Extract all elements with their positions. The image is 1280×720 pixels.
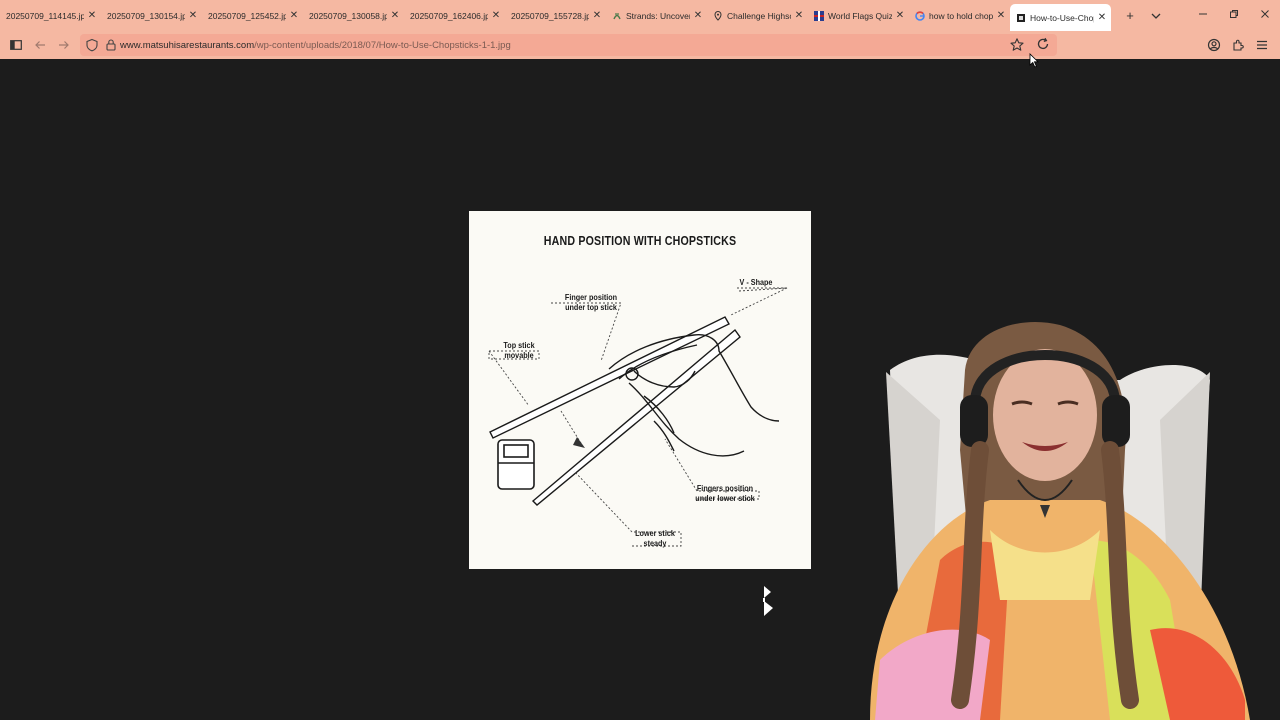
media-cursor-icon: [762, 585, 774, 624]
extensions-icon[interactable]: [1226, 33, 1250, 57]
tab-10[interactable]: how to hold chop ✕: [909, 0, 1010, 31]
tab-4[interactable]: 20250709_130058.jpg ✕: [303, 0, 404, 31]
fingers-lower-label: Fingers position under lower stick: [693, 483, 758, 503]
v-shape-label: V - Shape: [739, 277, 773, 287]
close-icon[interactable]: ✕: [592, 10, 602, 21]
tab-7[interactable]: Strands: Uncover ✕: [606, 0, 707, 31]
page-icon: [1016, 13, 1026, 23]
minimize-icon[interactable]: [1187, 9, 1218, 22]
back-arrow-icon[interactable]: [28, 33, 52, 57]
tab-11-active[interactable]: How-to-Use-Chop ✕: [1010, 4, 1111, 31]
new-tab-icon[interactable]: +: [1117, 8, 1143, 23]
mouse-cursor-icon: [1029, 53, 1039, 73]
label-line: Lower stick: [635, 528, 675, 538]
label-line: under top stick: [565, 302, 617, 312]
sidebar-toggle-icon[interactable]: [4, 33, 28, 57]
restore-icon[interactable]: [1218, 9, 1249, 22]
close-icon[interactable]: ✕: [491, 10, 501, 21]
map-pin-icon: [713, 10, 723, 21]
tab-title: Strands: Uncover: [626, 10, 690, 21]
lower-stick-label: Lower stick steady: [630, 528, 681, 548]
label-line: Fingers position: [696, 483, 754, 493]
tab-5[interactable]: 20250709_162406.jpg ✕: [404, 0, 505, 31]
tab-title: 20250709_125452.jpg: [208, 10, 286, 21]
tab-1[interactable]: 20250709_114145.jpg ✕: [0, 0, 101, 31]
label-line: under lower stick: [695, 493, 755, 503]
chopsticks-image[interactable]: HAND POSITION WITH CHOPSTICKS V - Shape …: [469, 211, 811, 569]
tab-title: 20250709_162406.jpg: [410, 10, 488, 21]
google-icon: [915, 10, 925, 21]
lock-icon[interactable]: [104, 38, 118, 52]
diagram-title: HAND POSITION WITH CHOPSTICKS: [543, 233, 737, 248]
label-line: movable: [504, 350, 534, 360]
tab-title: 20250709_130058.jpg: [309, 10, 387, 21]
tab-bar: 20250709_114145.jpg ✕ 20250709_130154.jp…: [0, 0, 1280, 31]
url-path: /wp-content/uploads/2018/07/How-to-Use-C…: [254, 39, 511, 51]
tab-title: Challenge Highsc: [727, 10, 791, 21]
forward-arrow-icon[interactable]: [52, 33, 76, 57]
close-icon[interactable]: ✕: [895, 10, 905, 21]
tab-2[interactable]: 20250709_130154.jpg ✕: [101, 0, 202, 31]
tab-8[interactable]: Challenge Highsc ✕: [707, 0, 808, 31]
close-icon[interactable]: ✕: [87, 10, 97, 21]
close-icon[interactable]: ✕: [693, 10, 703, 21]
tab-title: 20250709_155728.jpg: [511, 10, 589, 21]
label-line: Top stick: [503, 340, 535, 350]
chopsticks-drawing: [488, 287, 788, 547]
webcam-overlay: [790, 300, 1280, 720]
close-icon[interactable]: ✕: [794, 10, 804, 21]
close-icon[interactable]: ✕: [1097, 12, 1107, 23]
close-icon[interactable]: ✕: [289, 10, 299, 21]
menu-icon[interactable]: [1250, 33, 1274, 57]
tab-title: How-to-Use-Chop: [1030, 12, 1094, 23]
tab-title: how to hold chop: [929, 10, 993, 21]
finger-top-label: Finger position under top stick: [560, 292, 621, 312]
navigation-bar: www.matsuhisarestaurants.com/wp-content/…: [0, 31, 1280, 59]
chevron-down-icon[interactable]: [1143, 8, 1169, 23]
top-stick-label: Top stick movable: [495, 340, 543, 360]
tab-title: 20250709_114145.jpg: [6, 10, 84, 21]
tab-title: 20250709_130154.jpg: [107, 10, 185, 21]
tab-title: World Flags Quiz: [828, 10, 892, 21]
flags-icon: [814, 10, 824, 21]
webcam-person-illustration: [870, 322, 1250, 720]
bookmark-star-icon[interactable]: [1009, 37, 1025, 53]
url-host: www.matsuhisarestaurants.com: [120, 39, 255, 51]
close-icon[interactable]: ✕: [390, 10, 400, 21]
tab-9[interactable]: World Flags Quiz ✕: [808, 0, 909, 31]
close-icon[interactable]: ✕: [188, 10, 198, 21]
reload-icon[interactable]: [1034, 33, 1052, 55]
close-icon[interactable]: ✕: [996, 10, 1006, 21]
shield-icon[interactable]: [85, 38, 99, 52]
label-line: steady: [643, 538, 667, 548]
tab-3[interactable]: 20250709_125452.jpg ✕: [202, 0, 303, 31]
window-close-icon[interactable]: [1249, 9, 1280, 22]
account-icon[interactable]: [1202, 33, 1226, 57]
tab-6[interactable]: 20250709_155728.jpg ✕: [505, 0, 606, 31]
url-text: www.matsuhisarestaurants.com/wp-content/…: [120, 40, 511, 51]
address-bar[interactable]: www.matsuhisarestaurants.com/wp-content/…: [80, 34, 1057, 56]
strands-icon: [612, 11, 622, 21]
label-line: Finger position: [564, 292, 618, 302]
